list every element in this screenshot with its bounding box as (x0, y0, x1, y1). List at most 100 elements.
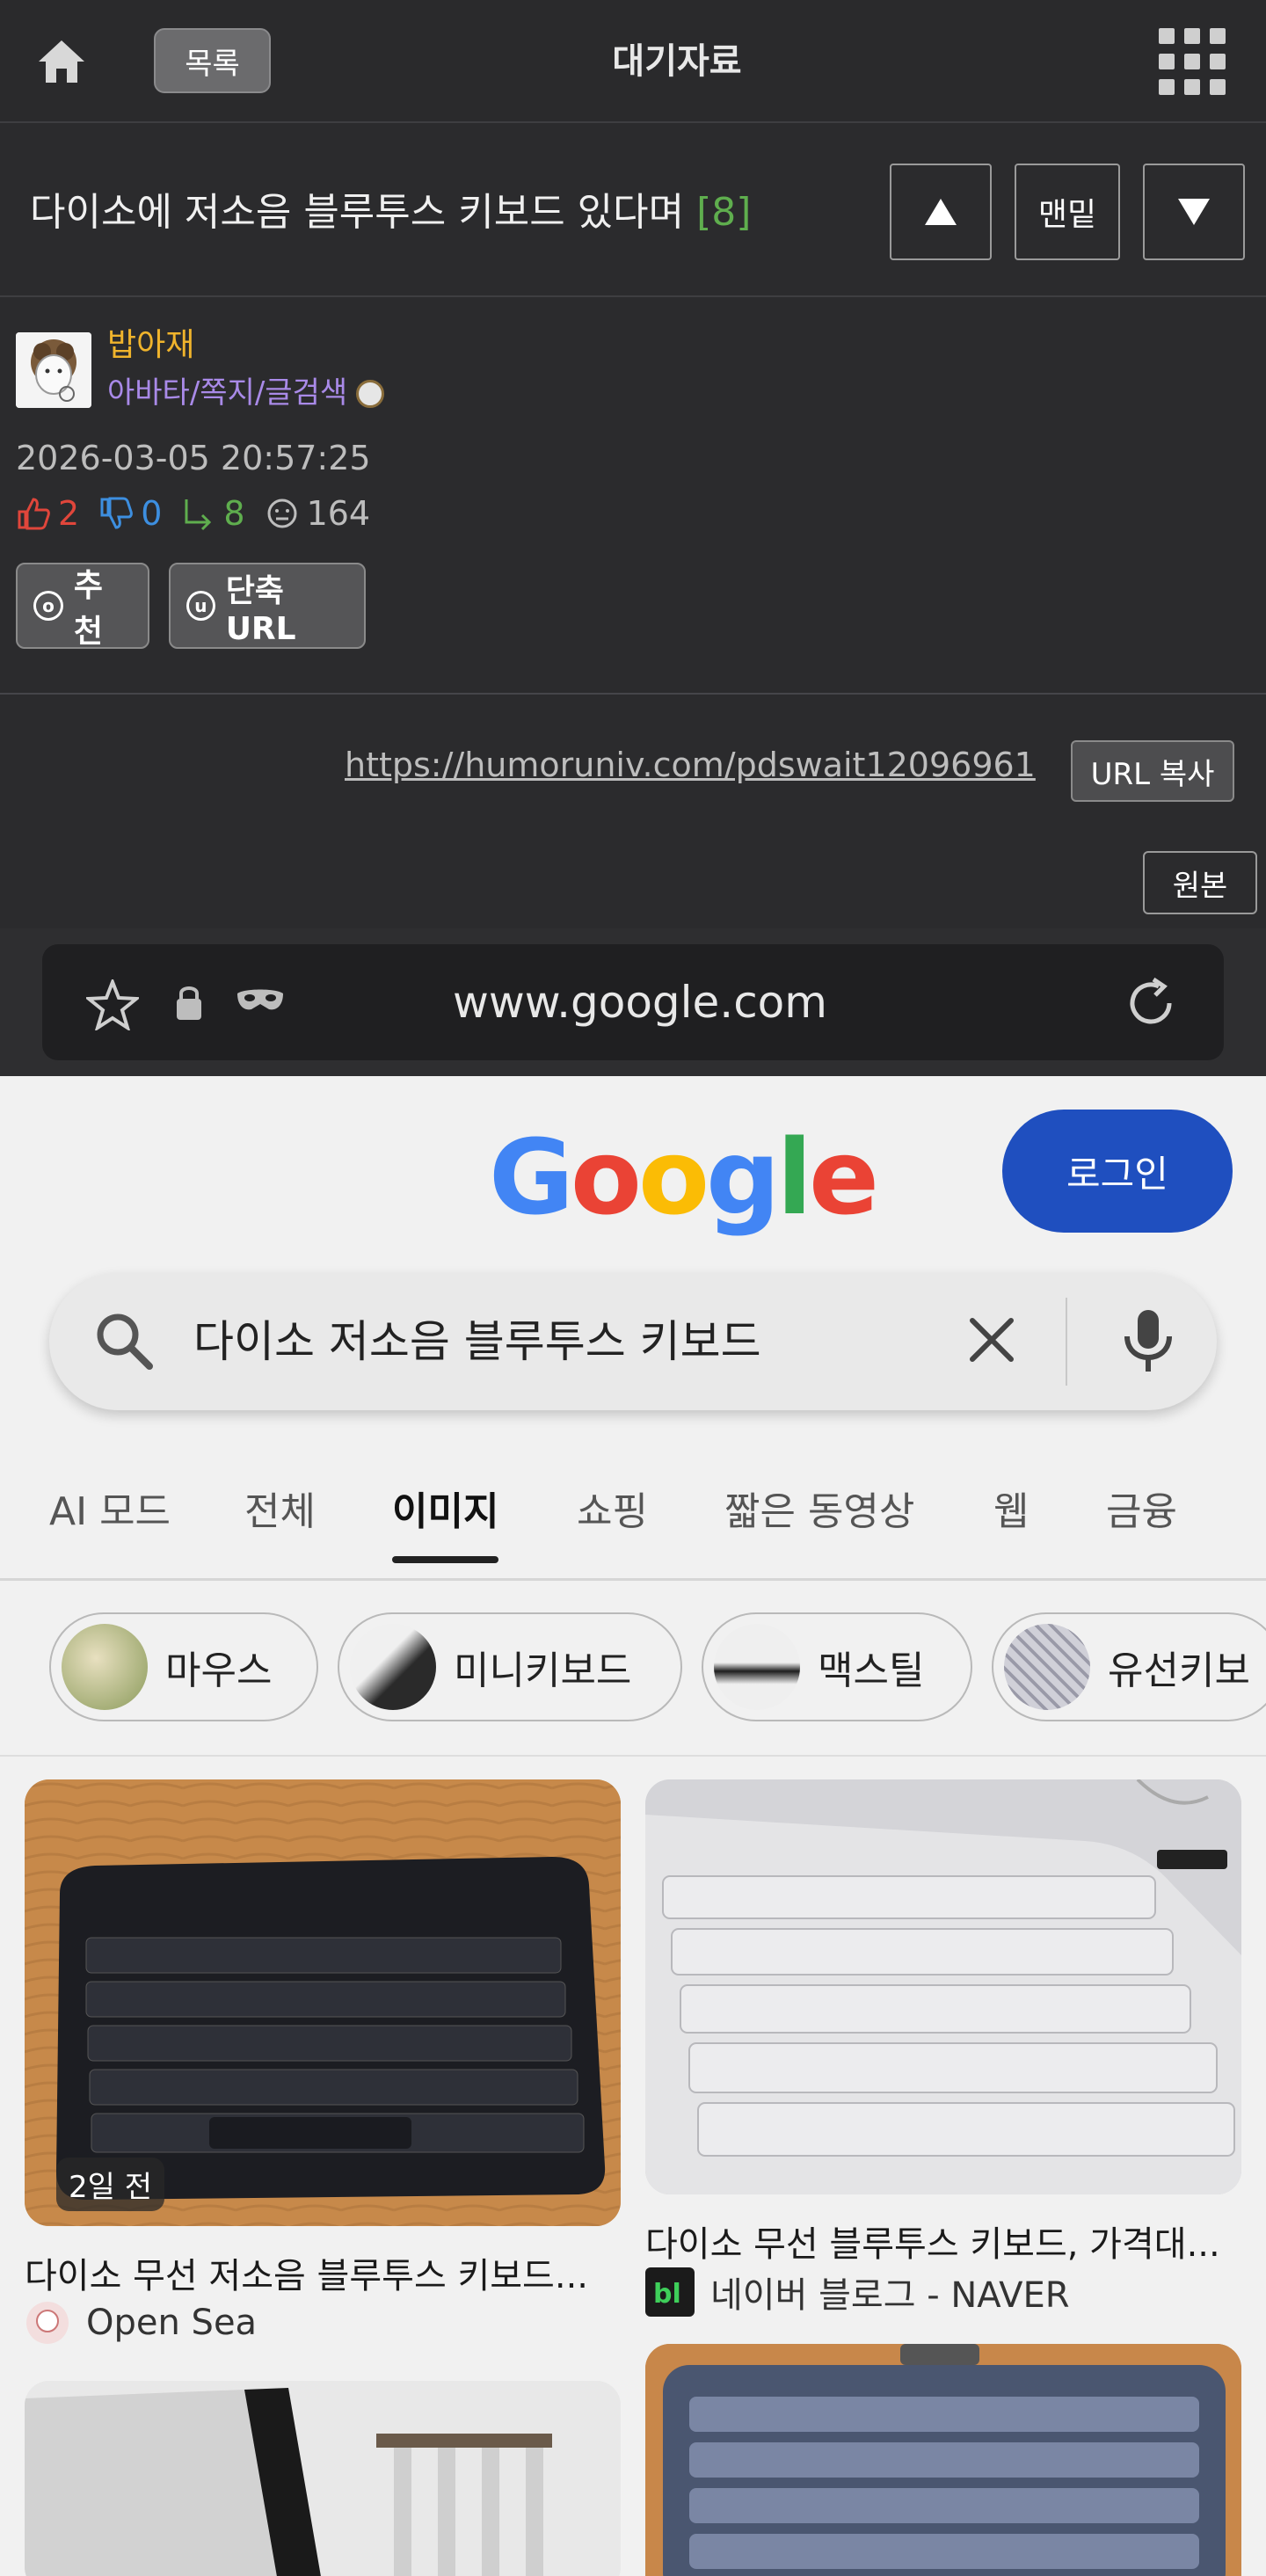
tab-finance: 금융 (1106, 1489, 1177, 1534)
recommend-icon: o (33, 591, 63, 621)
related-chips: 마우스 미니키보드 맥스틸 유선키보 (0, 1581, 1266, 1757)
naver-blog-favicon-icon: bl (645, 2267, 695, 2317)
face-icon (267, 498, 297, 528)
url-row: https://humoruniv.com/pdswait12096961 UR… (0, 696, 1266, 928)
chip-mini-keyboard: 미니키보드 (338, 1612, 682, 1721)
author-block: 밥아재 아바타/쪽지/글검색 2026-03-05 20:57:25 2 0 8… (0, 299, 1266, 695)
result-source-name: 네이버 블로그 - NAVER (710, 2275, 1070, 2316)
search-box: 다이소 저소음 블루투스 키보드 (49, 1273, 1217, 1410)
chip-thumbnail (350, 1624, 436, 1710)
search-query: 다이소 저소음 블루투스 키보드 (193, 1316, 761, 1367)
avatar[interactable] (16, 332, 91, 408)
image-result (25, 2381, 621, 2576)
chip-label: 마우스 (165, 1648, 273, 1693)
google-tabs: AI 모드 전체 이미지 쇼핑 짧은 동영상 웹 금융 (0, 1461, 1266, 1581)
star-icon (86, 979, 139, 1030)
reply-stat[interactable]: 8 (181, 494, 245, 533)
result-image (645, 2344, 1241, 2576)
result-date-badge: 2일 전 (56, 2158, 164, 2211)
post-date: 2026-03-05 20:57:25 (16, 439, 371, 477)
short-url-label: 단축URL (225, 572, 296, 647)
author-nickname[interactable]: 밥아재 (107, 324, 194, 367)
tab-shopping: 쇼핑 (577, 1489, 648, 1534)
upvote-stat[interactable]: 2 (16, 494, 79, 533)
url-copy-button[interactable]: URL 복사 (1071, 740, 1234, 802)
top-bar: 목록 대기자료 (0, 0, 1266, 123)
post-url-link[interactable]: https://humoruniv.com/pdswait12096961 (345, 739, 1036, 791)
recommend-button[interactable]: o 추천 (16, 563, 149, 650)
recommend-label: 추천 (73, 568, 104, 650)
image-result: 다이소 무선 블루투스 키보드, 가격대... bl 네이버 블로그 - NAV… (645, 1779, 1241, 2317)
result-caption: 다이소 무선 블루투스 키보드, 가격대... (645, 2224, 1220, 2265)
chip-thumbnail (714, 1624, 800, 1710)
author-links[interactable]: 아바타/쪽지/글검색 (107, 371, 385, 415)
downvote-count: 0 (141, 494, 163, 533)
post-header: 다이소에 저소음 블루투스 키보드 있다며 [8] 맨밑 (0, 125, 1266, 297)
login-button: 로그인 (1002, 1110, 1233, 1233)
author-links-text[interactable]: 아바타/쪽지/글검색 (107, 375, 347, 411)
reply-count: 8 (223, 494, 245, 533)
chip-thumbnail (1004, 1624, 1090, 1710)
chip-thumbnail (62, 1624, 148, 1710)
browser-url: www.google.com (453, 977, 827, 1028)
chip-mouse: 마우스 (49, 1612, 318, 1721)
result-caption: 다이소 무선 저소음 블루투스 키보드... (25, 2256, 589, 2296)
result-source-name: Open Sea (86, 2303, 258, 2343)
image-result (645, 2344, 1241, 2576)
result-source: Open Sea (25, 2300, 257, 2346)
browser-toolbar: www.google.com (0, 928, 1266, 1076)
chip-label: 유선키보 (1108, 1648, 1250, 1693)
microphone-icon (1124, 1310, 1172, 1372)
chip-label: 미니키보드 (454, 1648, 632, 1693)
reload-icon (1130, 977, 1172, 1024)
reply-arrow-icon (185, 499, 212, 531)
triangle-down-icon (1178, 199, 1210, 225)
tab-short-videos: 짧은 동영상 (724, 1489, 915, 1534)
grid-menu-icon[interactable] (1159, 28, 1226, 95)
triangle-up-icon (925, 199, 957, 225)
post-title-text: 다이소에 저소음 블루투스 키보드 있다며 (30, 190, 685, 235)
chip-maxtill: 맥스틸 (702, 1612, 972, 1721)
google-logo: Google (489, 1117, 879, 1238)
google-page: Google 로그인 다이소 저소음 블루투스 키보드 AI 모드 전체 이미지… (0, 1076, 1266, 2576)
clear-icon (970, 1318, 1014, 1362)
view-count: 164 (306, 494, 371, 533)
result-image (25, 2381, 621, 2576)
chip-wired-keyboard: 유선키보 (992, 1612, 1266, 1721)
lock-icon (177, 986, 201, 1020)
image-result: 2일 전 다이소 무선 저소음 블루투스 키보드... Open Sea (25, 1779, 621, 2344)
medal-icon (356, 380, 385, 408)
tab-images: 이미지 (392, 1477, 499, 1563)
search-divider (1066, 1298, 1067, 1386)
view-stat: 164 (265, 494, 371, 533)
svg-text:bl: bl (653, 2279, 681, 2310)
post-stats: 2 0 8 164 (16, 489, 389, 538)
image-results: 2일 전 다이소 무선 저소음 블루투스 키보드... Open Sea 다이소… (0, 1757, 1266, 2576)
tab-all: 전체 (244, 1489, 316, 1534)
downvote-stat[interactable]: 0 (98, 494, 162, 533)
upvote-count: 2 (58, 494, 80, 533)
opensea-favicon-icon (26, 2302, 69, 2344)
short-url-button[interactable]: u 단축URL (169, 563, 366, 649)
next-post-button[interactable] (1143, 164, 1245, 260)
search-icon (97, 1313, 153, 1370)
home-icon[interactable] (26, 26, 97, 97)
thumbs-down-icon (100, 497, 134, 529)
list-button[interactable]: 목록 (154, 28, 271, 93)
result-image (645, 1779, 1241, 2194)
comment-count[interactable]: [8] (696, 190, 751, 235)
post-title: 다이소에 저소음 블루투스 키보드 있다며 [8] (30, 178, 874, 248)
chip-label: 맥스틸 (818, 1648, 925, 1693)
scroll-top-button[interactable] (890, 164, 992, 260)
board-title: 대기자료 (612, 41, 742, 82)
embedded-screenshot: www.google.com Google 로그인 다이소 저소음 블루투스 키… (0, 928, 1266, 2576)
short-url-icon: u (186, 591, 215, 621)
incognito-mask-icon (237, 989, 283, 1010)
result-source: bl 네이버 블로그 - NAVER (645, 2267, 1070, 2318)
tab-ai-mode: AI 모드 (49, 1489, 171, 1534)
scroll-bottom-button[interactable]: 맨밑 (1015, 164, 1120, 260)
original-button[interactable]: 원본 (1143, 851, 1257, 914)
browser-address-bar: www.google.com (42, 944, 1224, 1060)
thumbs-up-icon (18, 498, 50, 530)
tab-web: 웹 (993, 1489, 1030, 1534)
